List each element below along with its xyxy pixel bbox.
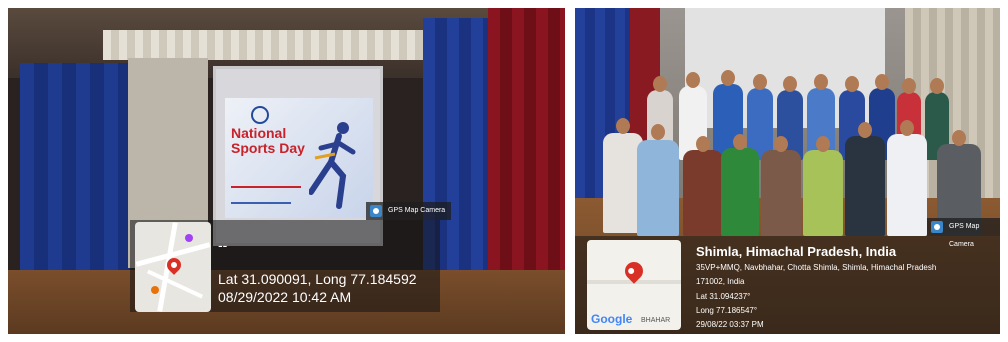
mini-map	[135, 222, 211, 312]
staff-member	[845, 136, 885, 236]
stage-valance	[103, 30, 443, 60]
longitude-text: Long 77.186547°	[696, 306, 758, 315]
red-curtain	[488, 8, 565, 288]
staff-member	[887, 134, 927, 236]
chakra-icon	[251, 106, 269, 124]
staff-member	[637, 140, 679, 236]
staff-member	[683, 150, 723, 236]
map-place-label: BHAHAR	[641, 317, 671, 324]
staff-member	[721, 148, 759, 236]
staff-member	[803, 150, 843, 236]
presentation-slide: National Sports Day	[225, 98, 373, 218]
datetime-text: 08/29/2022 10:42 AM	[218, 289, 352, 305]
mini-map: Google BHAHAR	[587, 240, 681, 330]
slide-blue-line	[231, 202, 291, 204]
runner-icon	[309, 122, 356, 209]
slide-red-line	[231, 186, 301, 188]
left-photo: National Sports Day GPS Map Camera -- La…	[8, 8, 565, 334]
gps-camera-label: GPS Map Camera	[388, 207, 446, 214]
google-logo: Google	[591, 312, 632, 326]
slide-title: National Sports Day	[231, 125, 305, 156]
location-title: Shimla, Himachal Pradesh, India	[696, 244, 897, 259]
lat-long-text: Lat 31.090091, Long 77.184592	[218, 271, 417, 287]
latitude-text: Lat 31.094237°	[696, 292, 751, 301]
projector-screen: National Sports Day	[213, 66, 383, 246]
right-photo: GPS Map Camera Google BHAHAR Shimla, Him…	[575, 8, 1000, 334]
google-logo-text: Google	[591, 312, 633, 326]
gps-camera-tag: GPS Map Camera	[927, 218, 1000, 248]
camera-icon	[931, 221, 943, 233]
datetime-text: 29/08/22 03:37 PM	[696, 320, 764, 329]
address-line: 35VP+MMQ, Navbhahar, Chotta Shimla, Shim…	[696, 263, 937, 272]
staff-member	[761, 150, 801, 236]
location-line: --	[218, 237, 228, 253]
map-poi-icon	[151, 286, 159, 294]
left-blue-curtain	[20, 63, 130, 273]
camera-icon	[370, 205, 382, 217]
gps-camera-tag: GPS Map Camera	[366, 202, 452, 220]
map-poi-icon	[185, 234, 193, 242]
address-line: 171002, India	[696, 277, 745, 286]
